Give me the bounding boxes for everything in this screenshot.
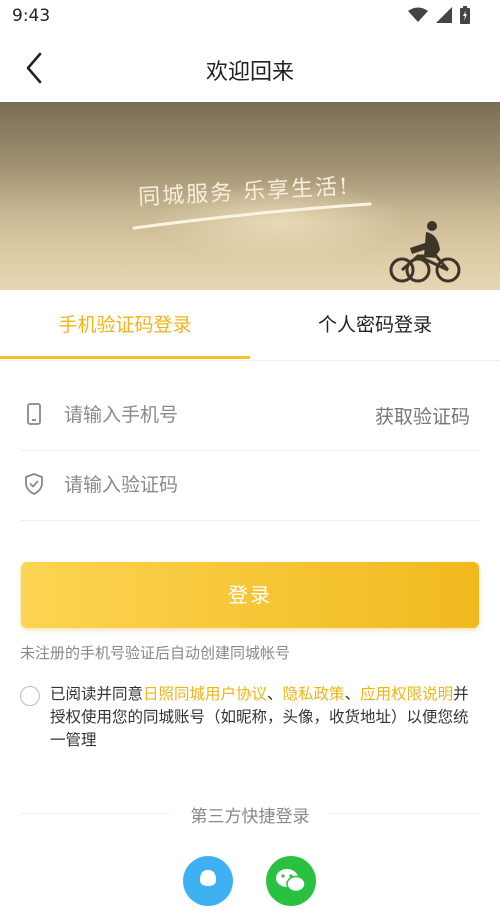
banner-image: 同城服务 乐享生活! [0, 102, 500, 290]
wifi-icon [408, 7, 428, 22]
wechat-login-button[interactable] [266, 856, 316, 906]
wechat-icon [276, 869, 306, 893]
battery-icon [460, 6, 470, 24]
status-icons [408, 6, 470, 24]
shield-icon [25, 473, 43, 495]
banner-swoosh [132, 202, 372, 230]
phone-icon [27, 403, 41, 425]
code-input[interactable] [62, 464, 366, 506]
agreement-separator: 、 [344, 685, 361, 703]
agreement-separator: 、 [267, 685, 283, 703]
agreement-prefix: 已阅读并同意 [50, 685, 144, 703]
active-tab-indicator [0, 356, 250, 359]
app-permissions-link[interactable]: 应用权限说明 [360, 685, 453, 703]
qq-icon [200, 870, 216, 886]
agreement-checkbox[interactable] [20, 686, 40, 706]
tab-sms-login[interactable]: 手机验证码登录 [0, 290, 250, 360]
auto-register-hint: 未注册的手机号验证后自动创建同城帐号 [20, 644, 291, 662]
privacy-policy-link[interactable]: 隐私政策 [283, 685, 345, 703]
status-time: 9:43 [12, 6, 51, 26]
third-party-login-title: 第三方快捷登录 [190, 807, 310, 827]
agreement-row: 已阅读并同意日照同城用户协议、隐私政策、应用权限说明并授权使用您的同城账号（如昵… [20, 683, 480, 752]
cyclist-silhouette [389, 221, 461, 283]
user-agreement-link[interactable]: 日照同城用户协议 [143, 685, 267, 703]
divider-right [330, 813, 480, 814]
get-code-button[interactable]: 获取验证码 [375, 402, 470, 429]
status-bar: 9:43 [0, 0, 500, 34]
phone-input[interactable] [62, 394, 366, 436]
page-title: 欢迎回来 [205, 60, 294, 85]
agreement-text: 已阅读并同意日照同城用户协议、隐私政策、应用权限说明并授权使用您的同城账号（如昵… [50, 683, 480, 752]
login-button[interactable]: 登录 [21, 562, 479, 628]
tab-password-login[interactable]: 个人密码登录 [250, 290, 500, 360]
navigation-bar: 欢迎回来 [0, 34, 500, 102]
signal-icon [436, 7, 452, 23]
login-tabs: 手机验证码登录 个人密码登录 [0, 290, 500, 361]
code-field-row [20, 450, 480, 521]
qq-login-button[interactable] [183, 856, 233, 906]
phone-field-row: 获取验证码 [20, 380, 480, 451]
